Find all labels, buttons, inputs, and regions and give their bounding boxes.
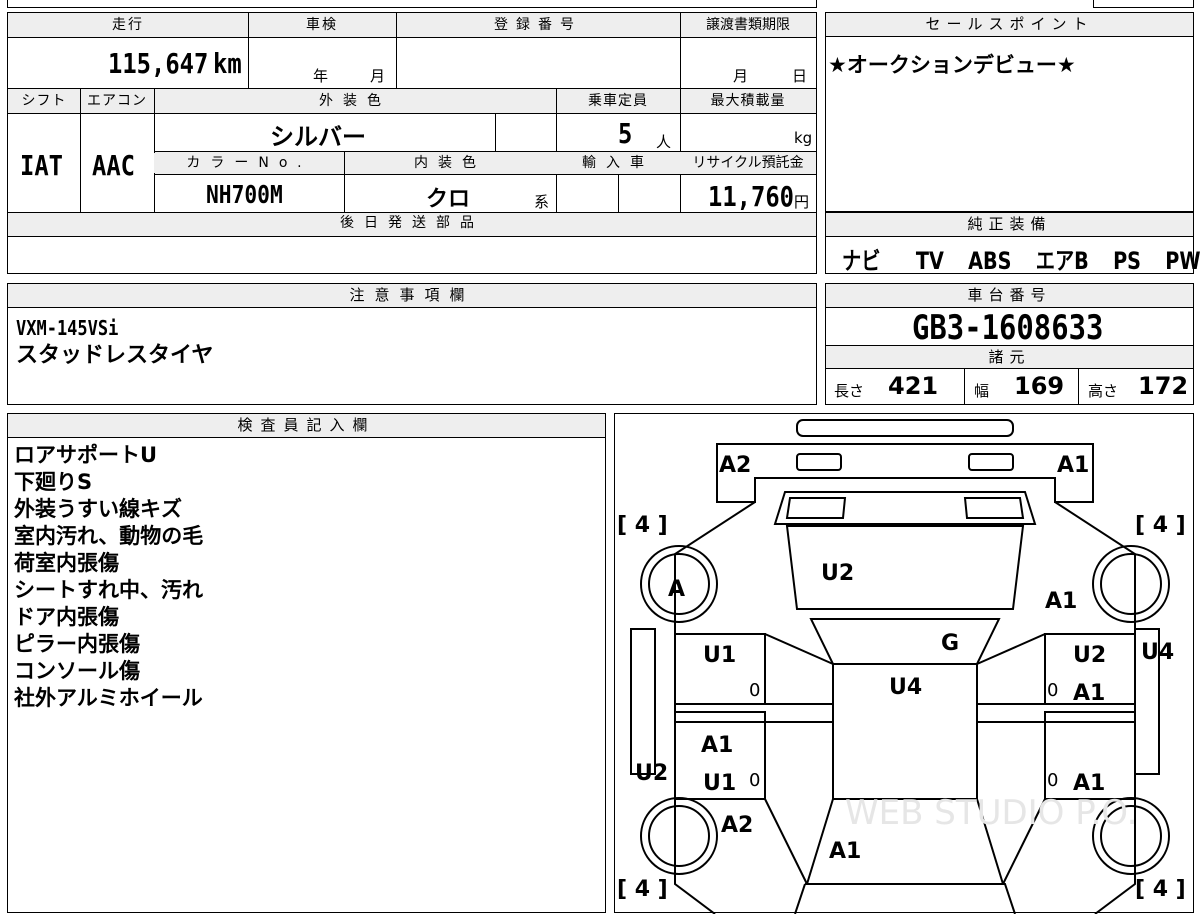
- max-load-unit: kg: [794, 129, 813, 147]
- top-strip: [7, 0, 817, 8]
- mark-a2-left-rear: A2: [721, 813, 753, 838]
- inspector-line: 室内汚れ、動物の毛: [14, 524, 204, 548]
- mark-g-roof: G: [941, 631, 959, 656]
- inspection-label: 車検: [248, 15, 396, 35]
- mark-a1-rear: A1: [829, 839, 861, 864]
- shift-value: IAT: [20, 149, 63, 182]
- import-label: 輸入車: [556, 153, 680, 173]
- equipment-box: 純正装備 ナビ TV ABS エアB PS PW: [825, 212, 1200, 275]
- inspector-line: 社外アルミホイール: [14, 686, 203, 710]
- inspector-line: シートすれ中、汚れ: [14, 578, 203, 602]
- mark-a-wheel: A: [668, 577, 685, 602]
- inspector-line: ロアサポートU: [14, 443, 158, 467]
- car-outline-icon: A2 A1 U2 A1 A G U1 U4 U2 A1 U4 A1 U1 U2 …: [617, 419, 1186, 914]
- transfer-month: 月: [733, 67, 749, 85]
- mark-a2-front-left: A2: [719, 453, 751, 478]
- interior-color-value: クロ: [426, 187, 471, 212]
- recycle-value: 11,760: [708, 180, 794, 213]
- capacity-label: 乗車定員: [556, 91, 680, 111]
- sales-point-text: ★オークションデビュー★: [828, 53, 1076, 77]
- mark-u2-windshield: U2: [821, 561, 854, 586]
- mark-u2-left-pillar: U2: [635, 761, 668, 786]
- tire-bracket-rear-right: [ 4 ]: [1135, 877, 1186, 902]
- zero-mark: 0: [1047, 770, 1058, 791]
- exterior-color-label: 外装色: [154, 91, 556, 111]
- mark-u4-right-pillar: U4: [1141, 640, 1174, 665]
- ac-label: エアコン: [80, 91, 154, 111]
- chassis-label: 車台番号: [826, 284, 1193, 308]
- mark-a1-right-front: A1: [1073, 681, 1105, 706]
- sales-point-label: セールスポイント: [826, 13, 1193, 37]
- shift-label: シフト: [8, 91, 80, 111]
- capacity-unit: 人: [656, 133, 672, 151]
- color-no-value: NH700M: [206, 180, 283, 209]
- tire-bracket-front-right: [ 4 ]: [1135, 513, 1186, 538]
- mark-a1-left-rear: A1: [701, 733, 733, 758]
- color-no-label: カラーNo.: [154, 153, 344, 173]
- mark-u1-left-front: U1: [703, 643, 736, 668]
- notes-line: スタッドレスタイヤ: [16, 343, 214, 368]
- inspection-year: 年: [313, 67, 329, 85]
- mileage-value: 115,647: [108, 47, 209, 80]
- zero-mark: 0: [1047, 680, 1058, 701]
- inspector-line: 外装うすい線キズ: [14, 497, 182, 521]
- length-value: 421: [888, 372, 939, 400]
- width-label: 幅: [974, 382, 990, 400]
- inspector-line: コンソール傷: [14, 659, 140, 683]
- chassis-box: 車台番号 GB3-1608633 諸元 長さ 421 幅 169 高さ 172: [825, 283, 1194, 405]
- transfer-label: 譲渡書類期限: [680, 15, 816, 35]
- height-value: 172: [1138, 372, 1189, 400]
- exterior-color-value: シルバー: [270, 123, 366, 151]
- ac-value: AAC: [92, 149, 135, 182]
- tire-bracket-front-left: [ 4 ]: [617, 513, 668, 538]
- specs-label: 諸元: [826, 346, 1193, 369]
- interior-color-suffix: 系: [534, 193, 550, 211]
- equipment-label: 純正装備: [826, 213, 1193, 237]
- inspection-month: 月: [370, 67, 386, 85]
- vehicle-info-table: 走行 車検 登録番号 譲渡書類期限 115,647 km 年 月 月 日 シフト…: [7, 12, 817, 274]
- inspector-line: 下廻りS: [14, 470, 93, 494]
- zero-mark: 0: [749, 770, 760, 791]
- tire-bracket-rear-left: [ 4 ]: [617, 877, 668, 902]
- mileage-label: 走行: [8, 15, 248, 35]
- notes-label: 注意事項欄: [8, 284, 816, 308]
- interior-color-label: 内装色: [344, 153, 556, 173]
- mark-a1-front-right: A1: [1057, 453, 1089, 478]
- mark-a1-right: A1: [1045, 589, 1077, 614]
- notes-box: 注意事項欄 VXM-145VSi スタッドレスタイヤ: [7, 283, 817, 405]
- max-load-label: 最大積載量: [680, 91, 816, 111]
- equipment-item: ABS: [968, 247, 1012, 275]
- mark-u4-roof: U4: [889, 675, 922, 700]
- capacity-value: 5: [618, 117, 633, 150]
- top-strip-right: [1093, 0, 1194, 8]
- inspector-line: ドア内張傷: [14, 605, 119, 629]
- zero-mark: 0: [749, 680, 760, 701]
- width-value: 169: [1014, 372, 1065, 400]
- equipment-item: TV: [915, 247, 944, 275]
- equipment-item: PS: [1113, 247, 1141, 275]
- notes-line: VXM-145VSi: [16, 316, 119, 340]
- mileage-unit: km: [213, 47, 242, 80]
- equipment-item: ナビ: [842, 247, 881, 275]
- damage-diagram: A2 A1 U2 A1 A G U1 U4 U2 A1 U4 A1 U1 U2 …: [614, 413, 1194, 914]
- sales-point-box: セールスポイント ★オークションデビュー★: [825, 12, 1194, 212]
- registration-label: 登録番号: [396, 15, 680, 35]
- mark-u1-left-rear: U1: [703, 771, 736, 796]
- mark-u2-right-front: U2: [1073, 643, 1106, 668]
- inspector-box: 検査員記入欄 ロアサポートU 下廻りS 外装うすい線キズ 室内汚れ、動物の毛 荷…: [7, 413, 606, 913]
- inspector-label: 検査員記入欄: [8, 414, 605, 438]
- height-label: 高さ: [1088, 382, 1119, 400]
- recycle-unit: 円: [794, 193, 810, 211]
- later-parts-label: 後日発送部品: [8, 213, 816, 236]
- inspector-line: ピラー内張傷: [14, 632, 140, 656]
- recycle-label: リサイクル預託金: [680, 153, 816, 173]
- watermark: WEB STUDIO P.O.: [845, 793, 1137, 833]
- equipment-item: エアB: [1035, 247, 1089, 275]
- equipment-item: PW: [1165, 247, 1200, 275]
- transfer-day: 日: [792, 67, 808, 85]
- inspector-line: 荷室内張傷: [14, 551, 119, 575]
- length-label: 長さ: [834, 382, 865, 400]
- chassis-number: GB3-1608633: [912, 308, 1104, 348]
